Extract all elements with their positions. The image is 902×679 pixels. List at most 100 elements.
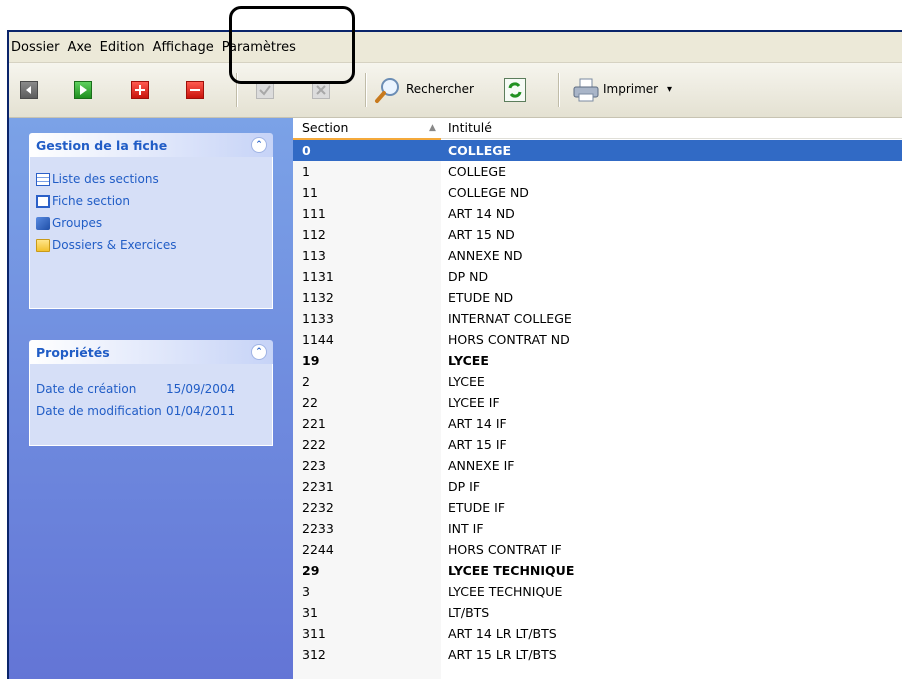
prop-modification: Date de modification 01/04/2011 [36, 400, 272, 422]
section-code: 29 [302, 563, 320, 578]
section-code: 2232 [302, 500, 334, 515]
list-item[interactable]: 3 LYCEE TECHNIQUE [293, 581, 902, 602]
section-code: 222 [302, 437, 326, 452]
section-label: DP ND [448, 269, 489, 284]
section-label: LYCEE TECHNIQUE [448, 584, 563, 599]
menu-edition[interactable]: Edition [96, 40, 149, 55]
panel-gestion: Gestion de la fiche ⌃ Liste des sections… [29, 133, 273, 309]
collapse-icon[interactable]: ⌃ [251, 344, 267, 360]
toolbar-separator [558, 73, 560, 107]
menu-axe[interactable]: Axe [63, 40, 95, 55]
menu-dossier[interactable]: Dossier [9, 40, 63, 55]
section-code: 1144 [302, 332, 334, 347]
list-item[interactable]: 0 COLLEGE [293, 140, 902, 161]
menu-parametres[interactable]: Paramètres [218, 40, 300, 55]
list-item[interactable]: 1131 DP ND [293, 266, 902, 287]
link-fiche-section[interactable]: Fiche section [36, 190, 272, 212]
task-pane: Gestion de la fiche ⌃ Liste des sections… [9, 118, 293, 679]
section-label: LT/BTS [448, 605, 490, 620]
refresh-icon[interactable] [504, 78, 526, 102]
section-code: 1131 [302, 269, 334, 284]
section-list: Section ▲ Intitulé 0 COLLEGE 1 COLLEGE 11 COL… [293, 118, 902, 679]
list-item[interactable]: 19 LYCEE [293, 350, 902, 371]
print-label[interactable]: Imprimer [603, 82, 658, 96]
list-item[interactable]: 312 ART 15 LR LT/BTS [293, 644, 902, 665]
prop-label: Date de création [36, 382, 137, 396]
section-label: ART 14 ND [448, 206, 515, 221]
section-label: ETUDE IF [448, 500, 506, 515]
link-label: Liste des sections [52, 172, 159, 186]
list-item[interactable]: 31 LT/BTS [293, 602, 902, 623]
section-label: COLLEGE [448, 143, 512, 158]
link-label: Groupes [52, 216, 103, 230]
section-code: 2231 [302, 479, 334, 494]
section-label: ANNEXE IF [448, 458, 515, 473]
list-item[interactable]: 113 ANNEXE ND [293, 245, 902, 266]
list-item[interactable]: 2233 INT IF [293, 518, 902, 539]
search-label[interactable]: Rechercher [406, 82, 474, 96]
column-header-section[interactable]: Section [302, 118, 348, 138]
panel-gestion-body: Liste des sections Fiche section Groupes… [29, 157, 273, 309]
link-groupes[interactable]: Groupes [36, 212, 272, 234]
search-icon[interactable] [374, 76, 402, 104]
grid-icon [36, 172, 50, 186]
link-dossiers-exercices[interactable]: Dossiers & Exercices [36, 234, 272, 256]
section-label: ETUDE ND [448, 290, 514, 305]
list-item[interactable]: 2244 HORS CONTRAT IF [293, 539, 902, 560]
list-item[interactable]: 22 LYCEE IF [293, 392, 902, 413]
prop-value: 01/04/2011 [166, 404, 236, 418]
section-code: 111 [302, 206, 326, 221]
section-code: 19 [302, 353, 320, 368]
section-code: 113 [302, 248, 326, 263]
section-label: HORS CONTRAT ND [448, 332, 570, 347]
printer-icon[interactable] [572, 77, 600, 103]
list-item[interactable]: 1133 INTERNAT COLLEGE [293, 308, 902, 329]
menu-affichage[interactable]: Affichage [149, 40, 218, 55]
menu-bar: Dossier Axe Edition Affichage Paramètres [9, 32, 902, 63]
play-icon[interactable] [74, 81, 92, 99]
list-item[interactable]: 112 ART 15 ND [293, 224, 902, 245]
list-item[interactable]: 221 ART 14 IF [293, 413, 902, 434]
toolbar-separator [365, 73, 367, 107]
section-label: ART 15 ND [448, 227, 515, 242]
toolbar-separator [236, 73, 238, 107]
section-code: 31 [302, 605, 318, 620]
section-code: 223 [302, 458, 326, 473]
section-label: LYCEE [448, 353, 489, 368]
list-item[interactable]: 2231 DP IF [293, 476, 902, 497]
prop-creation: Date de création 15/09/2004 [36, 378, 272, 400]
section-code: 311 [302, 626, 326, 641]
list-item[interactable]: 29 LYCEE TECHNIQUE [293, 560, 902, 581]
list-item[interactable]: 222 ART 15 IF [293, 434, 902, 455]
list-item[interactable]: 11 COLLEGE ND [293, 182, 902, 203]
section-code: 22 [302, 395, 318, 410]
sort-ascending-icon: ▲ [429, 123, 436, 133]
section-label: COLLEGE [448, 164, 506, 179]
panel-proprietes: Propriétés ⌃ Date de création 15/09/2004… [29, 340, 273, 446]
link-liste-sections[interactable]: Liste des sections [36, 168, 272, 190]
column-header-intitule[interactable]: Intitulé [448, 118, 492, 138]
list-item[interactable]: 111 ART 14 ND [293, 203, 902, 224]
panel-gestion-header[interactable]: Gestion de la fiche ⌃ [29, 133, 273, 157]
list-item[interactable]: 223 ANNEXE IF [293, 455, 902, 476]
list-item[interactable]: 1132 ETUDE ND [293, 287, 902, 308]
cancel-icon [312, 81, 330, 99]
remove-icon[interactable] [186, 81, 204, 99]
add-icon[interactable] [131, 81, 149, 99]
panel-proprietes-body: Date de création 15/09/2004 Date de modi… [29, 364, 273, 446]
section-code: 3 [302, 584, 310, 599]
list-item[interactable]: 311 ART 14 LR LT/BTS [293, 623, 902, 644]
list-item[interactable]: 2 LYCEE [293, 371, 902, 392]
back-icon[interactable] [20, 81, 38, 99]
list-item[interactable]: 1 COLLEGE [293, 161, 902, 182]
section-label: ART 14 LR LT/BTS [448, 626, 557, 641]
list-item[interactable]: 2232 ETUDE IF [293, 497, 902, 518]
list-header: Section ▲ Intitulé [293, 118, 902, 139]
section-code: 2233 [302, 521, 334, 536]
list-item[interactable]: 1144 HORS CONTRAT ND [293, 329, 902, 350]
collapse-icon[interactable]: ⌃ [251, 137, 267, 153]
section-label: HORS CONTRAT IF [448, 542, 562, 557]
print-dropdown-icon[interactable]: ▾ [667, 84, 672, 95]
section-label: COLLEGE ND [448, 185, 529, 200]
panel-proprietes-header[interactable]: Propriétés ⌃ [29, 340, 273, 364]
